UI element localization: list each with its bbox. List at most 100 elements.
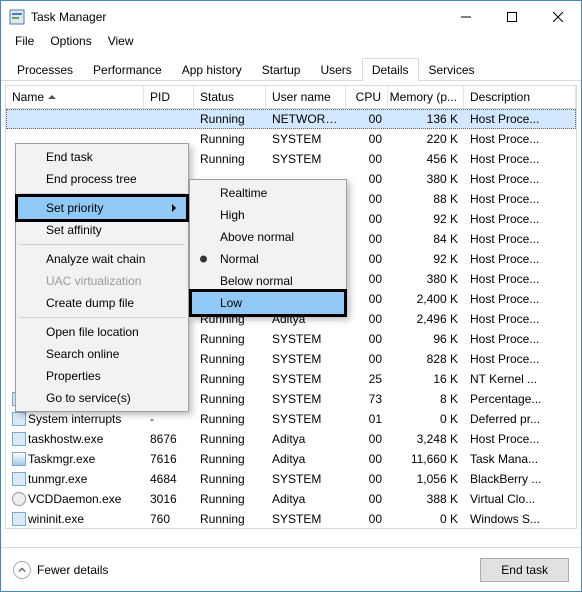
cell-cpu: 00 — [346, 470, 388, 488]
column-name[interactable]: Name — [6, 86, 144, 108]
cell-desc: Task Mana... — [464, 450, 576, 468]
menu-item-search-online[interactable]: Search online — [18, 343, 186, 365]
cell-user: SYSTEM — [266, 150, 346, 168]
table-row[interactable]: tunmgr.exe4684RunningSYSTEM001,056 KBlac… — [6, 469, 576, 489]
menu-item-properties[interactable]: Properties — [18, 365, 186, 387]
cell-mem: 380 K — [388, 170, 464, 188]
menu-item-go-to-service-s-[interactable]: Go to service(s) — [18, 387, 186, 409]
cell-status: Running — [194, 390, 266, 408]
table-row[interactable]: wininit.exe760RunningSYSTEM000 KWindows … — [6, 509, 576, 529]
process-icon — [12, 452, 26, 466]
priority-above-normal[interactable]: Above normal — [192, 226, 344, 248]
table-row[interactable]: taskhostw.exe8676RunningAditya003,248 KH… — [6, 429, 576, 449]
cell-desc: Host Proce... — [464, 130, 576, 148]
cell-cpu: 00 — [346, 110, 388, 128]
cell-desc: Windows S... — [464, 510, 576, 528]
column-description[interactable]: Description — [464, 86, 576, 108]
cell-pid: - — [144, 410, 194, 428]
tab-services[interactable]: Services — [419, 58, 485, 81]
tab-details[interactable]: Details — [362, 58, 419, 81]
cell-status: Running — [194, 450, 266, 468]
menu-item-open-file-location[interactable]: Open file location — [18, 321, 186, 343]
column-pid[interactable]: PID — [144, 86, 194, 108]
chevron-up-icon — [13, 561, 31, 579]
cell-mem: 88 K — [388, 190, 464, 208]
priority-realtime[interactable]: Realtime — [192, 182, 344, 204]
cell-cpu: 00 — [346, 230, 388, 248]
cell-mem: 0 K — [388, 510, 464, 528]
cell-mem: 3,248 K — [388, 430, 464, 448]
cell-cpu: 00 — [346, 210, 388, 228]
cell-name: tunmgr.exe — [6, 470, 144, 488]
cell-desc: Host Proce... — [464, 190, 576, 208]
cell-cpu: 00 — [346, 350, 388, 368]
fewer-details-button[interactable]: Fewer details — [13, 561, 108, 579]
process-icon — [12, 472, 26, 486]
close-button[interactable] — [535, 1, 581, 32]
tab-performance[interactable]: Performance — [83, 58, 172, 81]
priority-below-normal[interactable]: Below normal — [192, 270, 344, 292]
column-cpu[interactable]: CPU — [346, 86, 388, 108]
column-memory[interactable]: Memory (p... — [388, 86, 464, 108]
cell-pid: 4684 — [144, 470, 194, 488]
cell-mem: 92 K — [388, 210, 464, 228]
context-menu: End taskEnd process tree Set prioritySet … — [15, 143, 189, 412]
process-icon — [12, 492, 26, 506]
cell-user: SYSTEM — [266, 130, 346, 148]
cell-cpu: 00 — [346, 290, 388, 308]
tab-app-history[interactable]: App history — [172, 58, 252, 81]
table-row[interactable]: Taskmgr.exe7616RunningAditya0011,660 KTa… — [6, 449, 576, 469]
menu-item-set-priority[interactable]: Set priority — [18, 197, 186, 219]
cell-status: Running — [194, 470, 266, 488]
menu-item-end-process-tree[interactable]: End process tree — [18, 168, 186, 190]
menu-options[interactable]: Options — [42, 32, 99, 53]
maximize-button[interactable] — [489, 1, 535, 32]
cell-status: Running — [194, 430, 266, 448]
cell-cpu: 25 — [346, 370, 388, 388]
table-row[interactable]: RunningNETWORK...00136 KHost Proce... — [6, 109, 576, 129]
column-user[interactable]: User name — [266, 86, 346, 108]
cell-user: SYSTEM — [266, 330, 346, 348]
cell-desc: Host Proce... — [464, 350, 576, 368]
menu-file[interactable]: File — [7, 32, 42, 53]
cell-mem: 2,496 K — [388, 310, 464, 328]
cell-pid — [144, 117, 194, 121]
cell-status: Running — [194, 370, 266, 388]
cell-mem: 8 K — [388, 390, 464, 408]
cell-status: Running — [194, 150, 266, 168]
menu-item-set-affinity[interactable]: Set affinity — [18, 219, 186, 241]
priority-low[interactable]: Low — [192, 292, 344, 314]
cell-mem: 136 K — [388, 110, 464, 128]
cell-desc: Host Proce... — [464, 270, 576, 288]
menu-item-create-dump-file[interactable]: Create dump file — [18, 292, 186, 314]
cell-pid: 8676 — [144, 430, 194, 448]
menu-view[interactable]: View — [100, 32, 142, 53]
cell-cpu: 00 — [346, 450, 388, 468]
tab-processes[interactable]: Processes — [7, 58, 83, 81]
cell-cpu: 00 — [346, 250, 388, 268]
priority-normal[interactable]: Normal — [192, 248, 344, 270]
cell-user: NETWORK... — [266, 110, 346, 128]
cell-desc: Host Proce... — [464, 150, 576, 168]
table-row[interactable]: VCDDaemon.exe3016RunningAditya00388 KVir… — [6, 489, 576, 509]
cell-desc: Host Proce... — [464, 310, 576, 328]
table-row[interactable]: System interrupts-RunningSYSTEM010 KDefe… — [6, 409, 576, 429]
cell-name — [6, 137, 144, 141]
cell-desc: Host Proce... — [464, 110, 576, 128]
menu-item-uac-virtualization: UAC virtualization — [18, 270, 186, 292]
menu-item-end-task[interactable]: End task — [18, 146, 186, 168]
radio-checked-icon — [200, 256, 207, 263]
minimize-button[interactable] — [443, 1, 489, 32]
tab-users[interactable]: Users — [310, 58, 361, 81]
column-status[interactable]: Status — [194, 86, 266, 108]
process-icon — [12, 412, 26, 426]
cell-desc: Host Proce... — [464, 210, 576, 228]
priority-high[interactable]: High — [192, 204, 344, 226]
cell-cpu: 00 — [346, 270, 388, 288]
end-task-button[interactable]: End task — [480, 558, 569, 582]
tab-startup[interactable]: Startup — [252, 58, 311, 81]
menu-item-analyze-wait-chain[interactable]: Analyze wait chain — [18, 248, 186, 270]
cell-pid: 7616 — [144, 450, 194, 468]
cell-user: SYSTEM — [266, 390, 346, 408]
cell-status: Running — [194, 110, 266, 128]
